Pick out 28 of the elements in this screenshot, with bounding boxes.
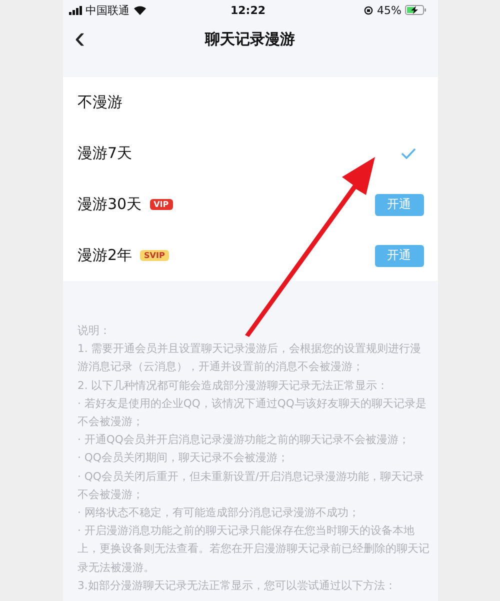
back-button[interactable]: ‹: [70, 22, 90, 52]
roaming-option[interactable]: 漫游30天 VIP 开通: [62, 179, 438, 230]
option-label: 漫游30天: [78, 195, 142, 214]
battery-percent: 45%: [377, 4, 402, 16]
note-text: · 开通QQ会员并开启消息记录漫游功能之前的聊天记录不会被漫游；: [78, 432, 410, 448]
note-text: · QQ会员关闭后重开，但未重新设置/开启消息记录漫游功能，聊天记录不会被漫游；: [78, 468, 425, 503]
wifi-icon: [134, 6, 146, 14]
roaming-option[interactable]: 不漫游: [62, 77, 438, 128]
option-label: 漫游7天: [78, 144, 132, 163]
page-title: 聊天记录漫游: [205, 30, 295, 48]
member-badge: VIP: [150, 199, 173, 210]
note-text: 2. 以下几种情况都可能会造成部分漫游聊天记录无法正常显示：: [78, 378, 390, 394]
note-text: 3.如部分漫游聊天记录无法正常显示，您可以尝试通过以下方法：: [78, 578, 397, 594]
signal-icon: [68, 6, 82, 14]
note-text: 1. 需要开通会员并且设置聊天记录漫游后，会根据您的设置规则进行漫游消息记录（云消息），开通并设置前的消息不会被漫游；: [78, 341, 422, 376]
roaming-option[interactable]: 漫游2年 SVIP 开通: [62, 230, 438, 281]
note-text: 说明：: [78, 323, 112, 339]
note-text: · 开启漫游消息功能之前的聊天记录只能保存在您当时聊天的设备本地上，更换设备则无法查看。若您在开启漫游聊天记录前已经删除的聊天记录无法被漫游。: [78, 523, 430, 576]
note-text: · QQ会员关闭期间，聊天记录不会被漫游；: [78, 450, 290, 466]
roaming-option[interactable]: 漫游7天: [62, 128, 438, 179]
member-badge: SVIP: [140, 250, 169, 261]
clock-time: 12:22: [230, 4, 266, 16]
option-label: 不漫游: [78, 93, 122, 112]
option-label: 漫游2年: [78, 246, 132, 265]
note-text: · 网络状态不稳定，有可能造成部分消息记录漫游不成功；: [78, 505, 360, 522]
carrier-name: 中国联通: [86, 2, 130, 18]
note-text: · 若好友是使用的企业QQ，该情况下通过QQ与该好友聊天的聊天记录是不会被漫游；: [78, 396, 428, 430]
rotation-lock-icon: [364, 6, 374, 14]
